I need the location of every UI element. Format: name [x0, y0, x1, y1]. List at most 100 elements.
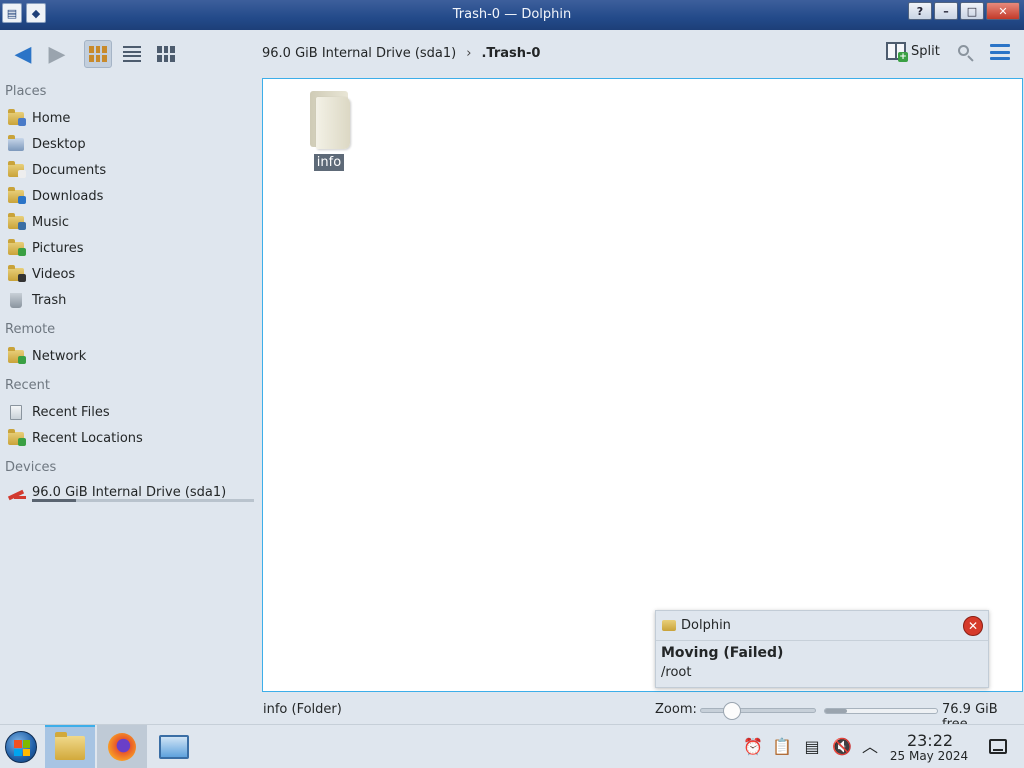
notification-close-button[interactable]: ✕ [963, 616, 983, 636]
sidebar-item-label: Documents [32, 162, 107, 178]
sidebar-item-label: Trash [32, 292, 67, 308]
trash-icon [6, 291, 26, 309]
sidebar-item-label: Home [32, 110, 71, 126]
devices-section-title: Devices [5, 460, 57, 475]
folder-icon [306, 89, 352, 151]
help-button[interactable]: ? [908, 2, 932, 20]
minimize-button[interactable]: – [934, 2, 958, 20]
sidebar-item-pictures[interactable]: Pictures [6, 237, 83, 259]
job-notification[interactable]: Dolphin ✕ Moving (Failed) /root [655, 610, 989, 688]
arrow-right-icon: ▶ [48, 41, 66, 67]
pictures-folder-icon [6, 239, 26, 257]
sidebar-item-network[interactable]: Network [6, 345, 86, 367]
recent-locations-icon [6, 429, 26, 447]
back-button[interactable]: ◀ [10, 40, 36, 68]
details-view-icon [157, 46, 175, 62]
split-view-icon: + [886, 42, 908, 62]
clipboard-icon[interactable]: ▤ [802, 737, 822, 757]
task-file-manager[interactable] [45, 725, 95, 768]
split-label: Split [911, 43, 940, 59]
search-button[interactable] [956, 43, 976, 63]
breadcrumb-item-drive[interactable]: 96.0 GiB Internal Drive (sda1) [262, 46, 456, 61]
zoom-slider[interactable] [700, 702, 816, 720]
sidebar-item-recent-files[interactable]: Recent Files [6, 401, 110, 423]
sidebar-item-label: Videos [32, 266, 76, 282]
zoom-slider-handle[interactable] [722, 702, 741, 720]
close-button[interactable]: ✕ [986, 2, 1020, 20]
compact-view-icon [123, 46, 141, 62]
file-manager-icon [55, 732, 85, 760]
file-name-label: info [313, 154, 345, 171]
sidebar-item-documents[interactable]: Documents [6, 159, 106, 181]
sidebar-item-label: Recent Locations [32, 430, 143, 446]
clock-time[interactable]: 23:22 [895, 731, 965, 750]
alarm-clock-icon[interactable]: ⏰ [743, 737, 763, 757]
dolphin-app-icon [662, 620, 676, 631]
recent-files-icon [6, 403, 26, 421]
search-icon [958, 45, 969, 56]
desktop-icon [6, 135, 26, 153]
sidebar-item-desktop[interactable]: Desktop [6, 133, 86, 155]
system-monitor-icon [159, 735, 189, 759]
notification-title: Moving (Failed) [661, 645, 784, 661]
task-firefox[interactable] [97, 725, 147, 768]
application-launcher-button[interactable] [5, 731, 37, 763]
free-space-bar[interactable] [824, 708, 938, 714]
places-panel: Places Home Desktop Documents Downloads … [0, 78, 258, 718]
clock-date[interactable]: 25 May 2024 [886, 749, 972, 763]
notification-app-name: Dolphin [681, 618, 731, 633]
status-bar: info (Folder) Zoom: 76.9 GiB free [0, 697, 1024, 732]
task-system-monitor[interactable] [149, 725, 199, 768]
maximize-button[interactable]: □ [960, 2, 984, 20]
documents-folder-icon [6, 161, 26, 179]
videos-folder-icon [6, 265, 26, 283]
firefox-icon [108, 733, 136, 761]
status-selection-text: info (Folder) [263, 702, 342, 717]
sidebar-item-label: Network [32, 348, 87, 364]
file-view[interactable]: info [262, 78, 1023, 692]
sidebar-item-videos[interactable]: Videos [6, 263, 75, 285]
compact-view-button[interactable] [118, 40, 146, 68]
volume-muted-icon[interactable]: 🔇 [832, 737, 852, 757]
sidebar-item-recent-locations[interactable]: Recent Locations [6, 427, 143, 449]
sidebar-item-label: Desktop [32, 136, 86, 152]
drive-icon [6, 483, 26, 501]
tray-expand-chevron-icon[interactable]: ︿ [860, 737, 880, 757]
forward-button[interactable]: ▶ [44, 40, 70, 68]
sidebar-item-home[interactable]: Home [6, 107, 70, 129]
sidebar-item-trash[interactable]: Trash [6, 289, 66, 311]
sidebar-item-label: Pictures [32, 240, 84, 256]
places-section-title: Places [5, 84, 47, 99]
window-titlebar[interactable]: ▤ ◆ Trash-0 — Dolphin ? – □ ✕ [0, 0, 1024, 30]
split-button[interactable]: + Split [886, 42, 940, 62]
start-logo-icon [14, 740, 30, 756]
sidebar-item-label: 96.0 GiB Internal Drive (sda1) [32, 484, 227, 500]
network-folder-icon [6, 347, 26, 365]
main-toolbar: ◀ ▶ 96.0 GiB Internal Drive (sda1) › .Tr… [0, 30, 1024, 78]
zoom-label: Zoom: [655, 702, 697, 717]
show-desktop-button[interactable] [989, 739, 1007, 754]
icons-view-button[interactable] [84, 40, 112, 68]
notification-header: Dolphin [656, 611, 988, 641]
sidebar-item-music[interactable]: Music [6, 211, 69, 233]
downloads-folder-icon [6, 187, 26, 205]
icons-view-icon [89, 46, 107, 62]
remote-section-title: Remote [5, 322, 56, 337]
clipboard-manager-icon[interactable]: 📋 [772, 737, 792, 757]
breadcrumb: 96.0 GiB Internal Drive (sda1) › .Trash-… [262, 46, 540, 61]
home-folder-icon [6, 109, 26, 127]
notification-body: /root [661, 665, 692, 680]
music-folder-icon [6, 213, 26, 231]
sidebar-item-label: Music [32, 214, 69, 230]
recent-section-title: Recent [5, 378, 50, 393]
drive-usage-bar [32, 499, 254, 502]
window-title: Trash-0 — Dolphin [452, 7, 572, 22]
details-view-button[interactable] [152, 40, 180, 68]
breadcrumb-item-current[interactable]: .Trash-0 [481, 46, 540, 61]
sidebar-item-label: Downloads [32, 188, 104, 204]
sidebar-item-downloads[interactable]: Downloads [6, 185, 103, 207]
file-item-info[interactable]: info [299, 89, 359, 171]
arrow-left-icon: ◀ [14, 41, 32, 67]
sidebar-item-label: Recent Files [32, 404, 110, 420]
hamburger-menu-button[interactable] [990, 44, 1010, 60]
